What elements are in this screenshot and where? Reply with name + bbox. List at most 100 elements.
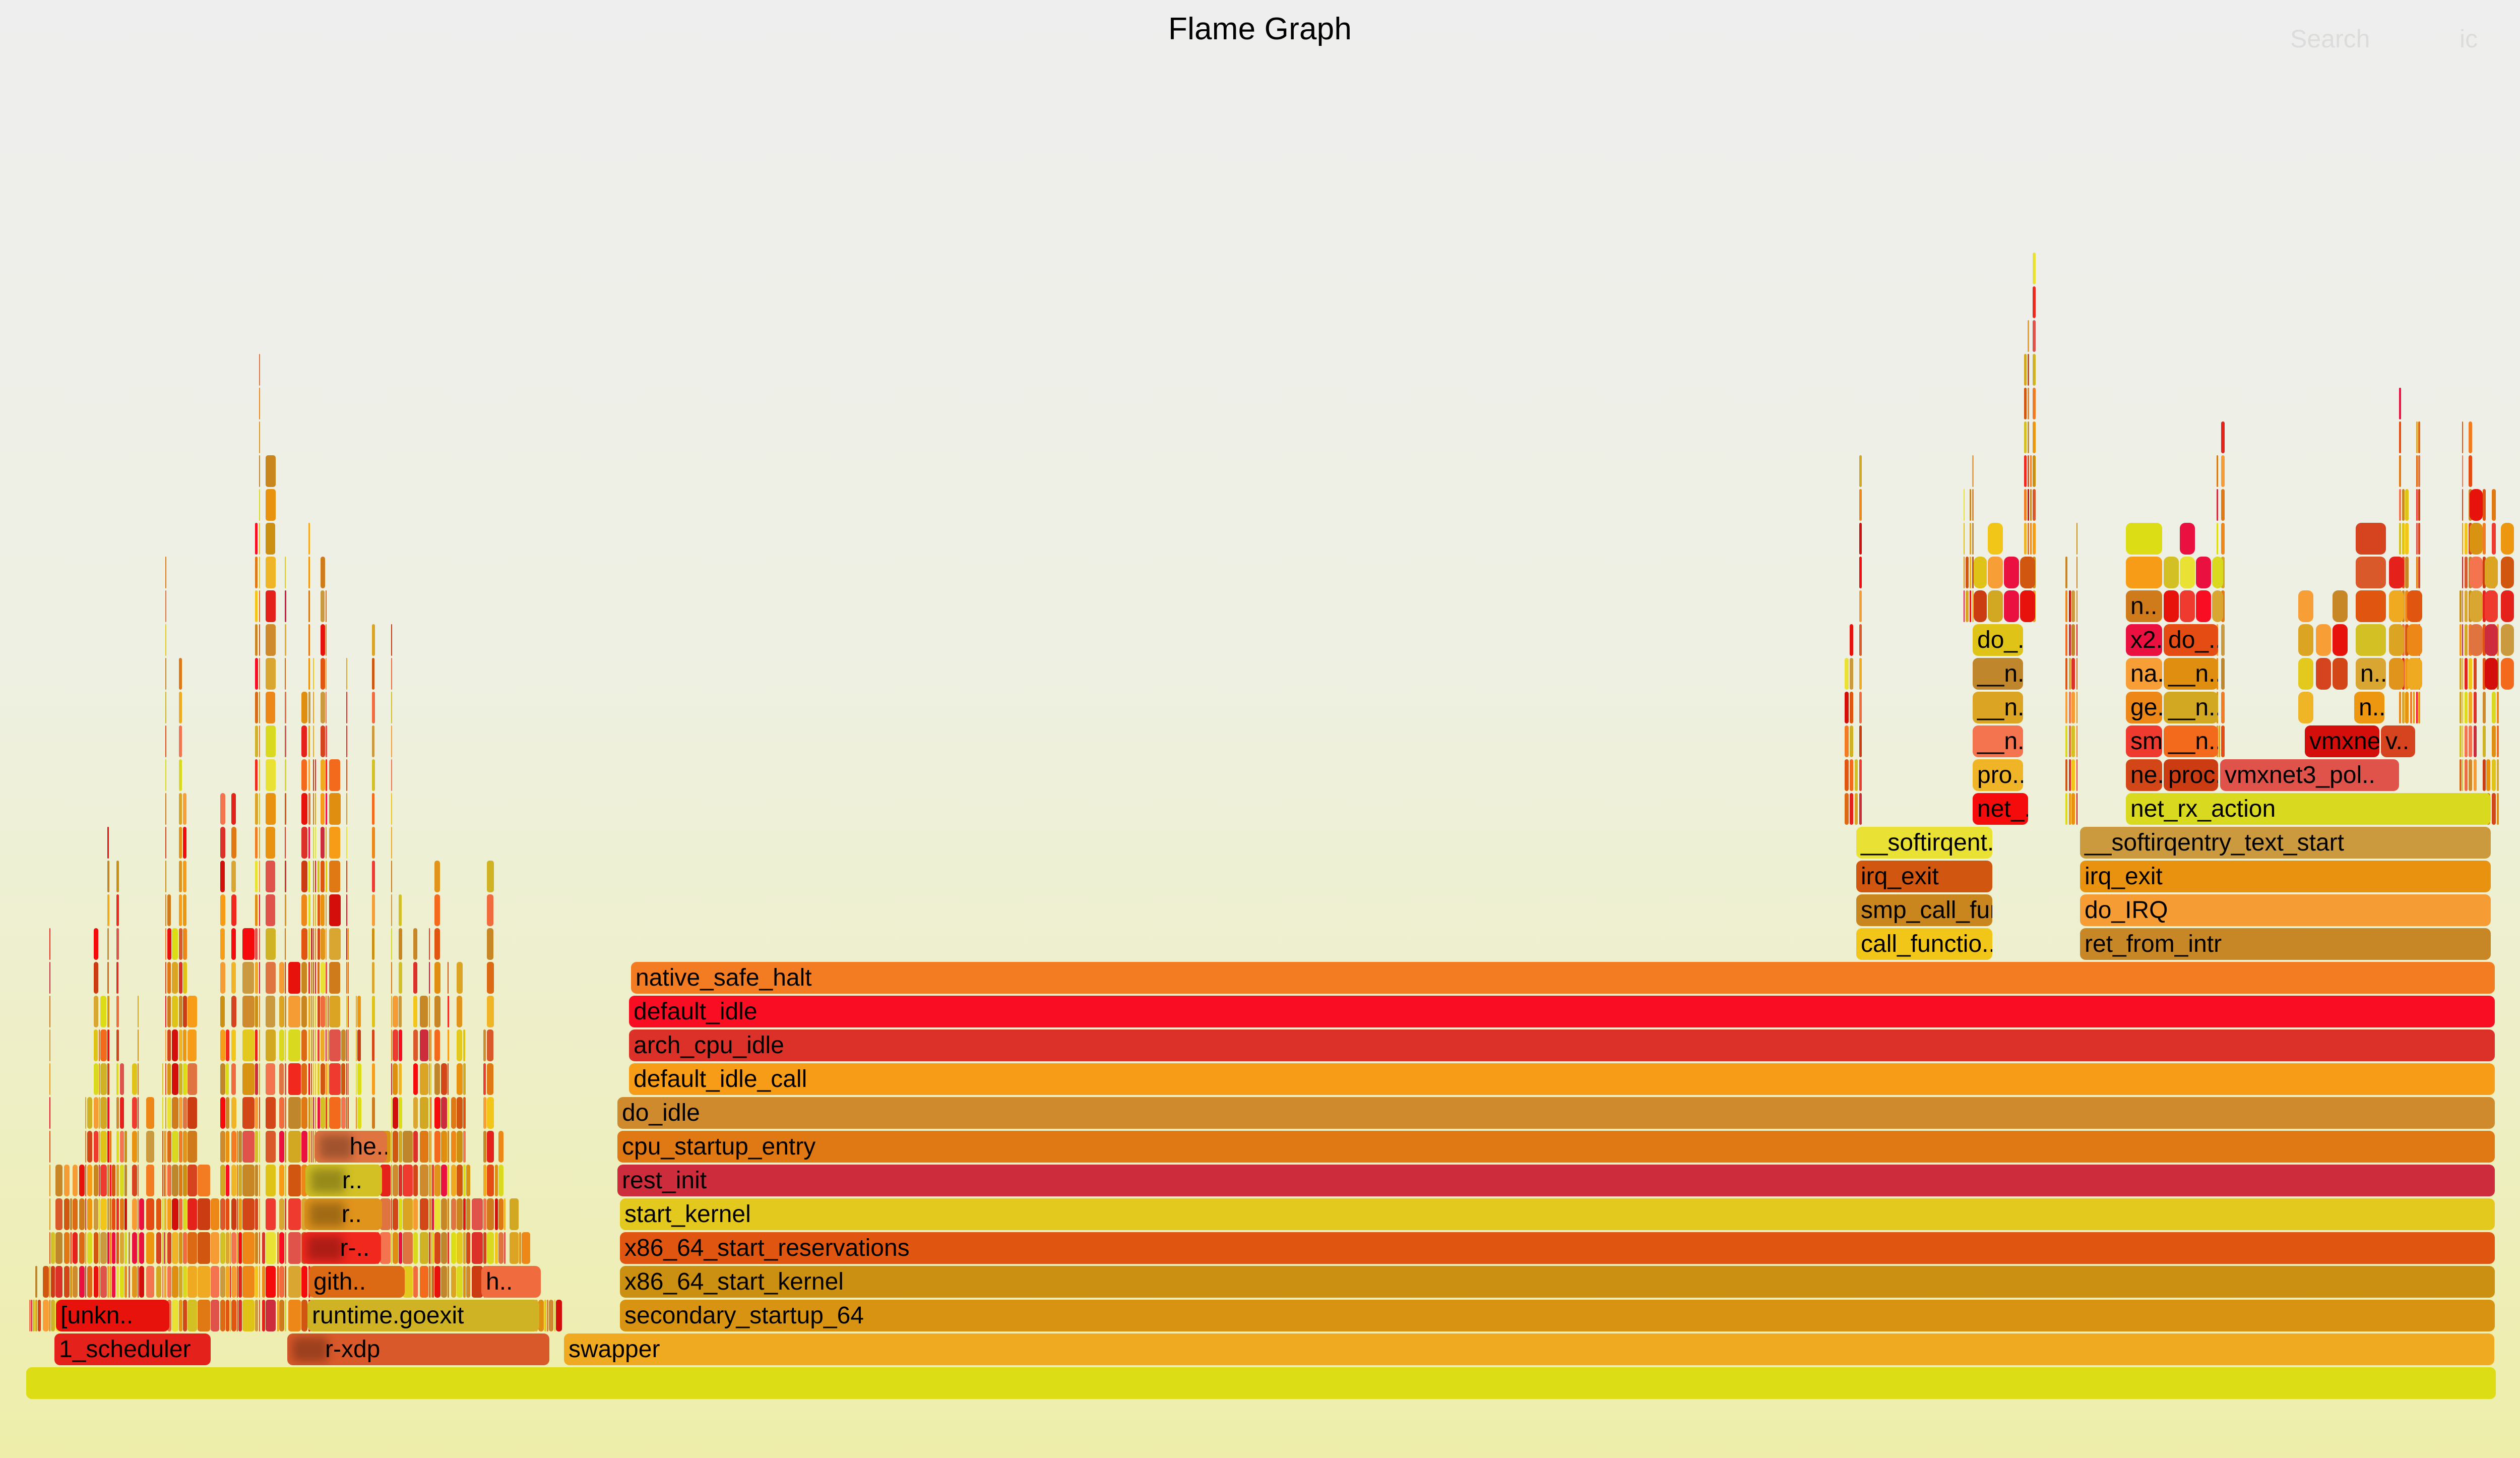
flame-frame[interactable]: v.. <box>2381 725 2415 757</box>
flame-frame-sliver[interactable] <box>1966 557 1969 588</box>
flame-frame-sliver[interactable] <box>2469 692 2472 723</box>
flame-frame-sliver[interactable] <box>301 1300 307 1331</box>
flame-frame[interactable]: ret_from_intr <box>2080 928 2491 960</box>
flame-frame-sliver[interactable] <box>285 962 286 994</box>
flame-frame-sliver[interactable] <box>198 1300 210 1331</box>
flame-frame-sliver[interactable] <box>308 1097 310 1129</box>
flame-frame-sliver[interactable] <box>391 624 392 656</box>
flame-frame-sliver[interactable] <box>285 1300 286 1331</box>
flame-frame-sliver[interactable] <box>179 725 182 757</box>
flame-frame-sliver[interactable] <box>318 894 320 926</box>
flame-frame[interactable]: sm.. <box>2126 725 2162 757</box>
flame-frame-sliver[interactable] <box>129 1266 130 1298</box>
flame-frame-sliver[interactable] <box>451 1131 456 1163</box>
flame-frame-sliver[interactable] <box>420 996 428 1027</box>
flame-frame-sliver[interactable] <box>495 1232 498 1264</box>
flame-frame[interactable]: call_functio.. <box>1856 928 1992 960</box>
flame-frame-sliver[interactable] <box>357 1029 361 1061</box>
flame-frame-sliver[interactable] <box>132 1165 137 1196</box>
flame-frame-sliver[interactable] <box>301 692 307 723</box>
flame-frame-sliver[interactable] <box>187 1232 197 1264</box>
flame-frame-sliver[interactable] <box>2028 489 2029 521</box>
flame-frame-sliver[interactable] <box>277 1232 279 1264</box>
flame-frame-sliver[interactable] <box>487 1063 493 1095</box>
flame-frame-sliver[interactable] <box>231 1131 236 1163</box>
flame-frame-sliver[interactable] <box>429 1029 430 1061</box>
flame-frame-sliver[interactable] <box>326 894 327 926</box>
flame-frame-sliver[interactable] <box>326 759 327 791</box>
flame-frame[interactable]: do_idle <box>617 1097 2495 1129</box>
flame-frame-sliver[interactable] <box>2030 489 2032 521</box>
flame-frame-sliver[interactable] <box>495 1198 498 1230</box>
flame-frame-sliver[interactable] <box>242 996 255 1027</box>
flame-frame-sliver[interactable] <box>2483 692 2486 723</box>
flame-frame-sliver[interactable] <box>238 1131 242 1163</box>
flame-frame-sliver[interactable] <box>391 725 392 757</box>
flame-frame-sliver[interactable] <box>308 692 310 723</box>
flame-frame-sliver[interactable] <box>31 1300 32 1331</box>
flame-frame-sliver[interactable] <box>259 590 260 622</box>
flame-frame-sliver[interactable] <box>211 1266 219 1298</box>
flame-frame-sliver[interactable] <box>429 1165 430 1196</box>
flame-frame-sliver[interactable] <box>372 928 374 960</box>
flame-frame-sliver[interactable] <box>242 928 255 960</box>
flame-frame-sliver[interactable] <box>2465 557 2468 588</box>
flame-frame-sliver[interactable] <box>64 1165 70 1196</box>
flame-frame-sliver[interactable] <box>110 1165 111 1196</box>
flame-frame[interactable]: swapper <box>564 1333 2494 1365</box>
flame-frame-sliver[interactable] <box>120 1165 124 1196</box>
flame-frame-sliver[interactable] <box>463 1097 466 1129</box>
flame-frame-sliver[interactable] <box>301 894 307 926</box>
flame-frame-sliver[interactable] <box>70 1198 72 1230</box>
flame-frame[interactable]: __n.. <box>2164 658 2218 690</box>
flame-frame-sliver[interactable] <box>432 1266 434 1298</box>
flame-frame-sliver[interactable] <box>183 1131 187 1163</box>
flame-frame-sliver[interactable] <box>463 1232 466 1264</box>
flame-frame-sliver[interactable] <box>187 1165 197 1196</box>
flame-frame-sliver[interactable] <box>51 1266 55 1298</box>
flame-frame-sliver[interactable] <box>94 1165 98 1196</box>
flame-frame-sliver[interactable] <box>420 1029 428 1061</box>
flame-frame-sliver[interactable] <box>167 996 171 1027</box>
flame-frame-sliver[interactable] <box>139 1232 144 1264</box>
flame-frame-sliver[interactable] <box>2033 421 2036 453</box>
flame-frame-sliver[interactable] <box>341 1097 346 1129</box>
flame-frame-sliver[interactable] <box>99 1131 100 1163</box>
flame-frame-sliver[interactable] <box>372 861 375 892</box>
flame-frame-sliver[interactable] <box>413 928 417 960</box>
flame-frame-sliver[interactable] <box>2356 624 2386 656</box>
flame-frame-sliver[interactable] <box>285 624 286 656</box>
flame-frame-sliver[interactable] <box>318 928 320 960</box>
flame-frame-sliver[interactable] <box>326 658 327 690</box>
flame-frame-sliver[interactable] <box>2069 590 2071 622</box>
flame-frame-sliver[interactable] <box>107 827 109 859</box>
flame-frame-sliver[interactable] <box>487 1131 494 1163</box>
flame-frame-sliver[interactable] <box>2212 590 2223 622</box>
flame-frame-sliver[interactable] <box>187 996 197 1027</box>
flame-frame-sliver[interactable] <box>2389 590 2404 622</box>
flame-frame-sliver[interactable] <box>285 590 286 622</box>
flame-frame-sliver[interactable] <box>183 1266 187 1298</box>
flame-frame-sliver[interactable] <box>2462 759 2463 791</box>
flame-frame-sliver[interactable] <box>255 894 258 926</box>
flame-frame-sliver[interactable] <box>226 1232 229 1264</box>
flame-frame-sliver[interactable] <box>231 962 236 994</box>
flame-frame-sliver[interactable] <box>94 1029 98 1061</box>
flame-frame-sliver[interactable] <box>220 793 225 825</box>
flame-frame-sliver[interactable] <box>226 1029 229 1061</box>
flame-frame-sliver[interactable] <box>120 1131 124 1163</box>
flame-frame-sliver[interactable] <box>328 996 329 1027</box>
flame-frame-sliver[interactable] <box>279 1300 284 1331</box>
flame-frame-sliver[interactable] <box>328 1063 329 1095</box>
flame-frame-sliver[interactable] <box>441 1097 447 1129</box>
flame-frame-sliver[interactable] <box>2164 557 2179 588</box>
flame-frame-sliver[interactable] <box>172 1300 178 1331</box>
flame-frame-sliver[interactable] <box>167 1198 171 1230</box>
flame-frame-sliver[interactable] <box>116 1198 119 1230</box>
flame-frame-sliver[interactable] <box>2333 590 2348 622</box>
flame-frame-sliver[interactable] <box>87 1097 92 1129</box>
flame-frame-sliver[interactable] <box>399 1198 402 1230</box>
flame-frame-sliver[interactable] <box>308 590 310 622</box>
flame-frame-sliver[interactable] <box>288 962 300 994</box>
flame-frame-sliver[interactable] <box>1850 725 1853 757</box>
